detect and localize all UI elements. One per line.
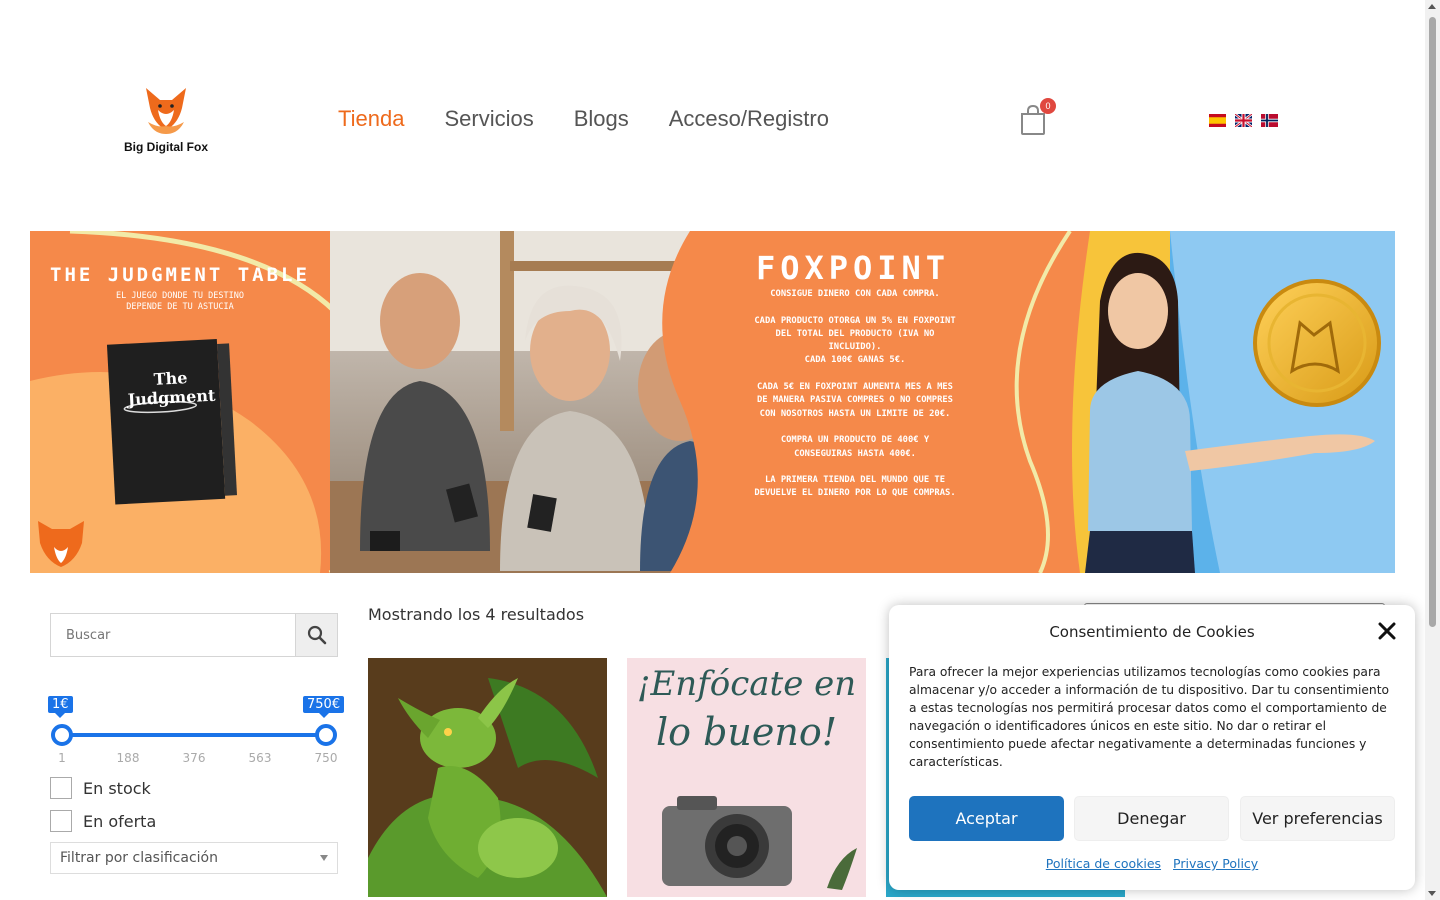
cookie-links: Política de cookies Privacy Policy: [889, 856, 1415, 871]
page-scrollbar[interactable]: [1425, 0, 1440, 900]
banner-center-line: [710, 421, 1000, 434]
fox-logo-icon: [146, 88, 186, 134]
price-tick: 563: [248, 751, 272, 765]
cookie-preferences-button[interactable]: Ver preferencias: [1240, 796, 1395, 841]
accept-cookies-button[interactable]: Aceptar: [909, 796, 1064, 841]
search-button[interactable]: [295, 614, 337, 656]
price-max-handle[interactable]: [315, 724, 337, 746]
privacy-policy-link[interactable]: Privacy Policy: [1173, 856, 1258, 871]
price-range-track[interactable]: [62, 733, 326, 737]
banner-center-line: LA PRIMERA TIENDA DEL MUNDO QUE TE: [764, 475, 946, 486]
search-icon: [307, 625, 326, 645]
search-input[interactable]: [51, 614, 295, 656]
nav-item-servicios[interactable]: Servicios: [444, 106, 533, 132]
price-tick: 1: [58, 751, 66, 765]
price-range-slider: 1€ 750€ 1 188 376 563 750: [48, 696, 345, 766]
banner-center-line: CONSEGUIRAS HASTA 400€.: [794, 448, 916, 459]
uk-flag-icon[interactable]: [1235, 114, 1252, 127]
product-card-enfocate[interactable]: ¡Enfócate en lo bueno!: [627, 658, 866, 897]
in-stock-filter[interactable]: En stock: [50, 777, 151, 799]
banner-center-line: INCLUIDO).: [828, 342, 882, 353]
banner-center-line: [710, 461, 1000, 474]
cookie-title: Consentimiento de Cookies: [1049, 623, 1255, 641]
scroll-down-arrow-icon[interactable]: [1428, 891, 1436, 896]
on-sale-checkbox[interactable]: [50, 810, 72, 832]
nav-item-blogs[interactable]: Blogs: [574, 106, 629, 132]
banner-center-line: DEVUELVE EL DINERO POR LO QUE COMPRAS.: [754, 488, 956, 499]
spain-flag-icon[interactable]: [1209, 114, 1226, 127]
chevron-down-icon: [320, 855, 328, 861]
cart-count-badge: 0: [1040, 98, 1056, 114]
banner-center-line: DEL TOTAL DEL PRODUCTO (IVA NO: [775, 328, 935, 339]
banner-center-title: FOXPOINT: [755, 249, 951, 287]
banner-center-line: COMPRA UN PRODUCTO DE 400€ Y: [780, 435, 930, 446]
banner-center-line: CADA 100€ GANAS 5€.: [804, 355, 906, 366]
rating-filter-value: Filtrar por clasificación: [60, 850, 218, 866]
banner-center-line: [710, 368, 1000, 381]
in-stock-checkbox[interactable]: [50, 777, 72, 799]
price-max-tooltip: 750€: [303, 696, 345, 718]
close-icon[interactable]: [1377, 621, 1397, 641]
deny-cookies-button[interactable]: Denegar: [1074, 796, 1229, 841]
price-tick: 376: [182, 751, 206, 765]
price-min-handle[interactable]: [51, 724, 73, 746]
scroll-up-arrow-icon[interactable]: [1428, 4, 1436, 9]
dragon-product-image: [368, 658, 607, 897]
on-sale-filter[interactable]: En oferta: [50, 810, 156, 832]
cookie-consent-dialog: Consentimiento de Cookies Para ofrecer l…: [889, 605, 1415, 890]
main-nav: Tienda Servicios Blogs Acceso/Registro: [338, 106, 829, 132]
in-stock-label: En stock: [83, 778, 151, 798]
banner-center-line: CADA 5€ EN FOXPOINT AUMENTA MES A MES: [757, 382, 953, 393]
price-tick: 750: [314, 751, 338, 765]
norway-flag-icon[interactable]: [1261, 114, 1278, 127]
banner-center-line: [710, 301, 1000, 314]
banner-center-line: CADA PRODUCTO OTORGA UN 5% EN FOXPOINT: [754, 315, 956, 326]
cookie-policy-link[interactable]: Política de cookies: [1046, 856, 1161, 871]
promo-banner[interactable]: THE JUDGMENT TABLE EL JUEGO DONDE TU DES…: [30, 231, 1395, 573]
banner-left-subtitle-line-1: EL JUEGO DONDE TU DESTINO: [116, 291, 244, 301]
nav-item-tienda[interactable]: Tienda: [338, 106, 404, 132]
results-count: Mostrando los 4 resultados: [368, 605, 585, 624]
product-card-dragon[interactable]: [368, 658, 607, 897]
box-title: The Judgment: [127, 368, 216, 410]
price-tick: 188: [116, 751, 140, 765]
cart-button[interactable]: 0: [1018, 98, 1056, 138]
product-search: [50, 613, 338, 657]
price-min-tooltip: 1€: [48, 696, 73, 718]
cookie-body-text: Para ofrecer la mejor experiencias utili…: [909, 665, 1390, 769]
banner-center-line: CON NOSOTROS HASTA UN LIMITE DE 20€.: [759, 408, 951, 419]
language-switcher: [1209, 114, 1278, 127]
scroll-thumb[interactable]: [1429, 17, 1436, 627]
brand-name: Big Digital Fox: [124, 140, 208, 154]
banner-left-subtitle-line-2: DEPENDE DE TU ASTUCIA: [126, 302, 234, 312]
nav-item-acceso-registro[interactable]: Acceso/Registro: [669, 106, 829, 132]
banner-center-line: DE MANERA PASIVA COMPRES O NO COMPRES: [757, 395, 953, 406]
banner-left-title: THE JUDGMENT TABLE: [50, 264, 310, 286]
camera-product-image: [662, 796, 857, 890]
banner-left-subtitle: EL JUEGO DONDE TU DESTINO DEPENDE DE TU …: [100, 291, 260, 313]
banner-center-line: CONSIGUE DINERO CON CADA COMPRA.: [770, 289, 940, 299]
site-logo[interactable]: Big Digital Fox: [120, 82, 212, 154]
rating-filter-select[interactable]: Filtrar por clasificación: [50, 842, 338, 874]
banner-center-text: CONSIGUE DINERO CON CADA COMPRA. CADA PR…: [710, 288, 1000, 501]
on-sale-label: En oferta: [83, 811, 157, 831]
